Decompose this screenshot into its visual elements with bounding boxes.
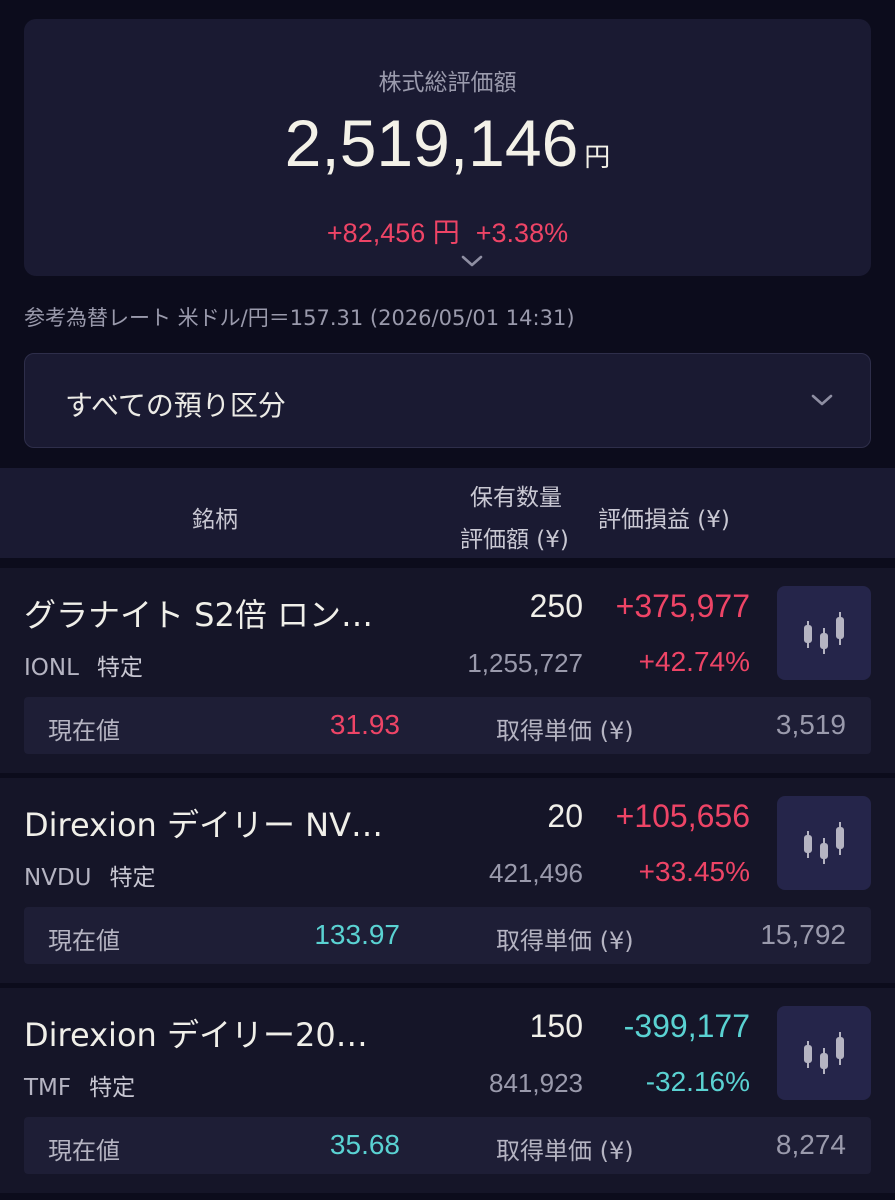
chevron-down-icon[interactable] (460, 253, 484, 269)
holding-profit-loss: -399,177 (623, 1008, 750, 1044)
holding-row[interactable]: Direxion デイリー NV… NVDU 特定 20 421,496 +105… (0, 778, 895, 983)
current-price-label: 現在値 (48, 1137, 120, 1165)
holding-name: Direxion デイリー NV… (24, 806, 383, 844)
holding-valuation: 841,923 (489, 1068, 583, 1098)
current-price: 35.68 (329, 1129, 400, 1160)
current-price-label: 現在値 (48, 717, 120, 745)
portfolio-summary-card[interactable]: 株式総評価額 2,519,146 円 +82,456 円 +3.38% (24, 19, 871, 276)
acquisition-cost: 8,274 (775, 1129, 846, 1160)
total-valuation-value: 2,519,146 (284, 106, 579, 180)
holding-profit-loss-percent: -32.16% (645, 1066, 750, 1097)
holding-name: Direxion デイリー20… (24, 1016, 368, 1054)
holding-detail: 現在値 35.68 取得単価 (¥) 8,274 (24, 1117, 871, 1174)
holding-valuation: 421,496 (489, 858, 583, 888)
cost-label: 取得単価 (¥) (496, 1137, 634, 1165)
account-type: 特定 (96, 655, 143, 681)
candlestick-chart-icon (804, 1032, 844, 1074)
summary-title: 株式総評価額 (378, 70, 517, 96)
header-quantity: 保有数量 (470, 485, 562, 511)
current-price: 31.93 (329, 709, 400, 740)
change-amount: +82,456 円 (326, 218, 460, 248)
holding-profit-loss-percent: +33.45% (638, 856, 750, 887)
total-valuation-unit: 円 (584, 143, 611, 173)
holding-row[interactable]: Direxion デイリー20… TMF 特定 150 841,923 -399,… (0, 988, 895, 1193)
holding-code: IONL 特定 (24, 655, 143, 681)
holding-quantity: 20 (547, 798, 583, 834)
account-type-selected: すべての預り区分 (65, 389, 286, 422)
chevron-down-icon (811, 394, 833, 406)
current-price-label: 現在値 (48, 927, 120, 955)
holding-name: グラナイト S2倍 ロン… (24, 596, 374, 634)
cost-label: 取得単価 (¥) (496, 717, 634, 745)
fx-rate-text: 参考為替レート 米ドル/円＝157.31 (2026/05/01 14:31) (24, 306, 575, 330)
acquisition-cost: 3,519 (775, 709, 846, 740)
holding-profit-loss-percent: +42.74% (638, 646, 750, 677)
holdings-table-header: 銘柄 保有数量 評価額 (¥) 評価損益 (¥) (0, 468, 895, 558)
holding-profit-loss: +105,656 (615, 798, 750, 834)
holding-code: TMF 特定 (24, 1075, 136, 1101)
current-price: 133.97 (314, 919, 400, 950)
holding-code: NVDU 特定 (24, 865, 156, 891)
header-profit-loss: 評価損益 (¥) (598, 507, 730, 533)
chart-button[interactable] (777, 1006, 871, 1100)
holding-profit-loss: +375,977 (615, 588, 750, 624)
chart-button[interactable] (777, 586, 871, 680)
candlestick-chart-icon (804, 822, 844, 864)
holding-detail: 現在値 31.93 取得単価 (¥) 3,519 (24, 697, 871, 754)
holding-quantity: 250 (529, 588, 583, 624)
holding-valuation: 1,255,727 (467, 648, 583, 678)
holding-row[interactable]: グラナイト S2倍 ロン… IONL 特定 250 1,255,727 +375,… (0, 568, 895, 773)
account-type-select[interactable]: すべての預り区分 (24, 353, 871, 448)
holding-detail: 現在値 133.97 取得単価 (¥) 15,792 (24, 907, 871, 964)
cost-label: 取得単価 (¥) (496, 927, 634, 955)
chart-button[interactable] (777, 796, 871, 890)
candlestick-chart-icon (804, 612, 844, 654)
holding-quantity: 150 (529, 1008, 583, 1044)
account-type: 特定 (89, 1075, 136, 1101)
change-percent: +3.38% (475, 218, 569, 248)
header-valuation: 評価額 (¥) (460, 527, 569, 553)
total-change: +82,456 円 +3.38% (24, 211, 871, 250)
header-name: 銘柄 (192, 507, 238, 533)
acquisition-cost: 15,792 (760, 919, 846, 950)
total-valuation: 2,519,146 円 (24, 105, 871, 181)
account-type: 特定 (109, 865, 156, 891)
